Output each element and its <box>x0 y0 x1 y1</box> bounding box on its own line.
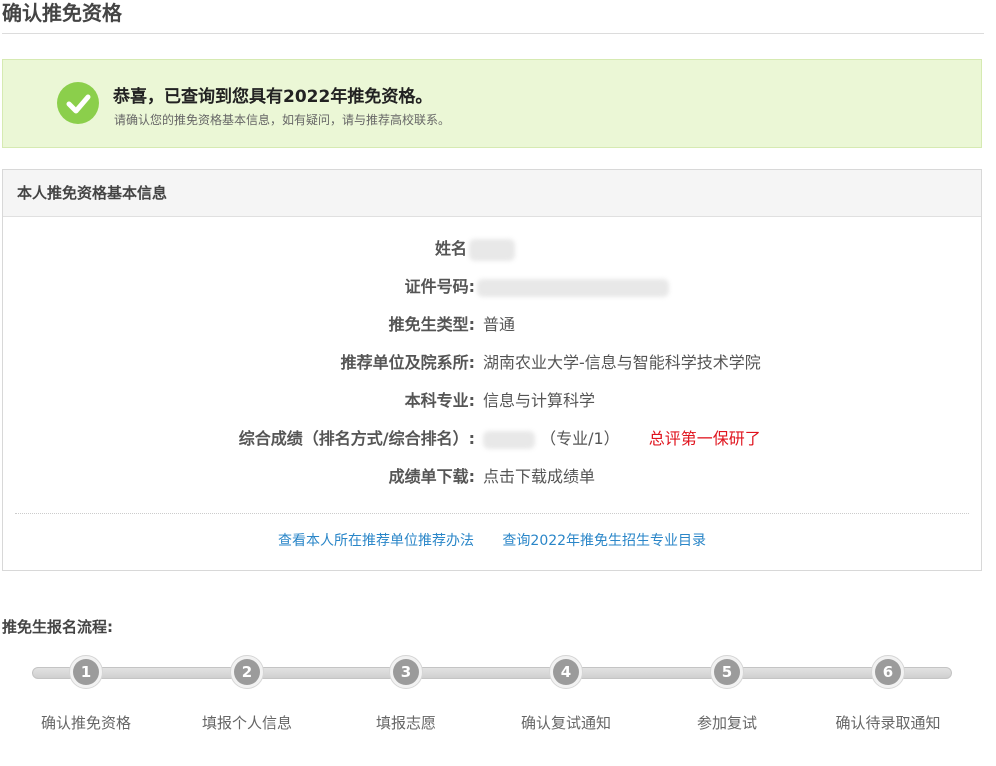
score-value: （专业/1） 总评第一保研了 <box>483 427 761 451</box>
redacted-id <box>477 278 669 297</box>
step-6-label: 确认待录取通知 <box>835 714 941 732</box>
step-2-label: 填报个人信息 <box>201 714 292 732</box>
step-3-circle: 3 <box>389 655 423 689</box>
step-1-circle: 1 <box>69 655 103 689</box>
step-4-circle: 4 <box>549 655 583 689</box>
success-subtitle: 请确认您的推免资格基本信息，如有疑问，请与推荐高校联系。 <box>114 113 451 127</box>
step-4-label: 确认复试通知 <box>520 714 611 732</box>
row-score: 综合成绩（排名方式/综合排名）: （专业/1） 总评第一保研了 <box>3 427 981 451</box>
check-circle-icon <box>57 82 99 124</box>
dotted-divider <box>15 513 969 514</box>
step-2-circle: 2 <box>230 655 264 689</box>
score-label: 综合成绩（排名方式/综合排名）: <box>238 429 475 448</box>
flow-title: 推免生报名流程: <box>2 618 113 636</box>
title-divider <box>2 33 984 34</box>
name-label: 姓名 <box>434 239 467 258</box>
id-number-label: 证件号码: <box>404 277 475 296</box>
major-label: 本科专业: <box>404 391 475 410</box>
step-5-circle: 5 <box>710 655 744 689</box>
row-type: 推免生类型: 普通 <box>3 313 981 337</box>
id-number-value <box>477 275 669 299</box>
major-value: 信息与计算科学 <box>483 391 596 410</box>
step-3-label: 填报志愿 <box>375 714 436 732</box>
redacted-name <box>469 238 515 261</box>
success-title: 恭喜，已查询到您具有2022年推免资格。 <box>113 87 433 107</box>
name-value <box>469 237 515 261</box>
bottom-links: 查看本人所在推荐单位推荐办法 查询2022年推免生招生专业目录 <box>3 530 981 550</box>
download-transcript-link[interactable]: 点击下载成绩单 <box>483 465 595 489</box>
step-1-label: 确认推免资格 <box>40 714 131 732</box>
row-id-number: 证件号码: <box>3 275 981 299</box>
redacted-score <box>483 430 535 449</box>
step-6-circle: 6 <box>871 655 905 689</box>
panel-header: 本人推免资格基本信息 <box>3 170 981 217</box>
row-name: 姓名 <box>3 237 981 261</box>
type-value: 普通 <box>483 315 516 334</box>
unit-label: 推荐单位及院系所: <box>340 353 475 372</box>
page-title: 确认推免资格 <box>2 1 122 25</box>
score-note: 总评第一保研了 <box>648 429 761 448</box>
recommend-method-link[interactable]: 查看本人所在推荐单位推荐办法 <box>278 533 474 549</box>
row-unit: 推荐单位及院系所: 湖南农业大学-信息与智能科学技术学院 <box>3 351 981 375</box>
qualification-info-panel: 本人推免资格基本信息 姓名 证件号码: 推免生类型: 普通 推荐单位及院系所: … <box>2 169 982 571</box>
type-label: 推免生类型: <box>388 315 475 334</box>
row-transcript: 成绩单下载: 点击下载成绩单 <box>3 465 981 489</box>
step-5-label: 参加复试 <box>696 714 757 732</box>
progress-track <box>32 667 952 679</box>
unit-value: 湖南农业大学-信息与智能科学技术学院 <box>483 353 761 372</box>
major-catalog-link[interactable]: 查询2022年推免生招生专业目录 <box>502 533 706 549</box>
success-banner: 恭喜，已查询到您具有2022年推免资格。 请确认您的推免资格基本信息，如有疑问，… <box>2 59 982 148</box>
row-major: 本科专业: 信息与计算科学 <box>3 389 981 413</box>
transcript-label: 成绩单下载: <box>388 467 475 486</box>
